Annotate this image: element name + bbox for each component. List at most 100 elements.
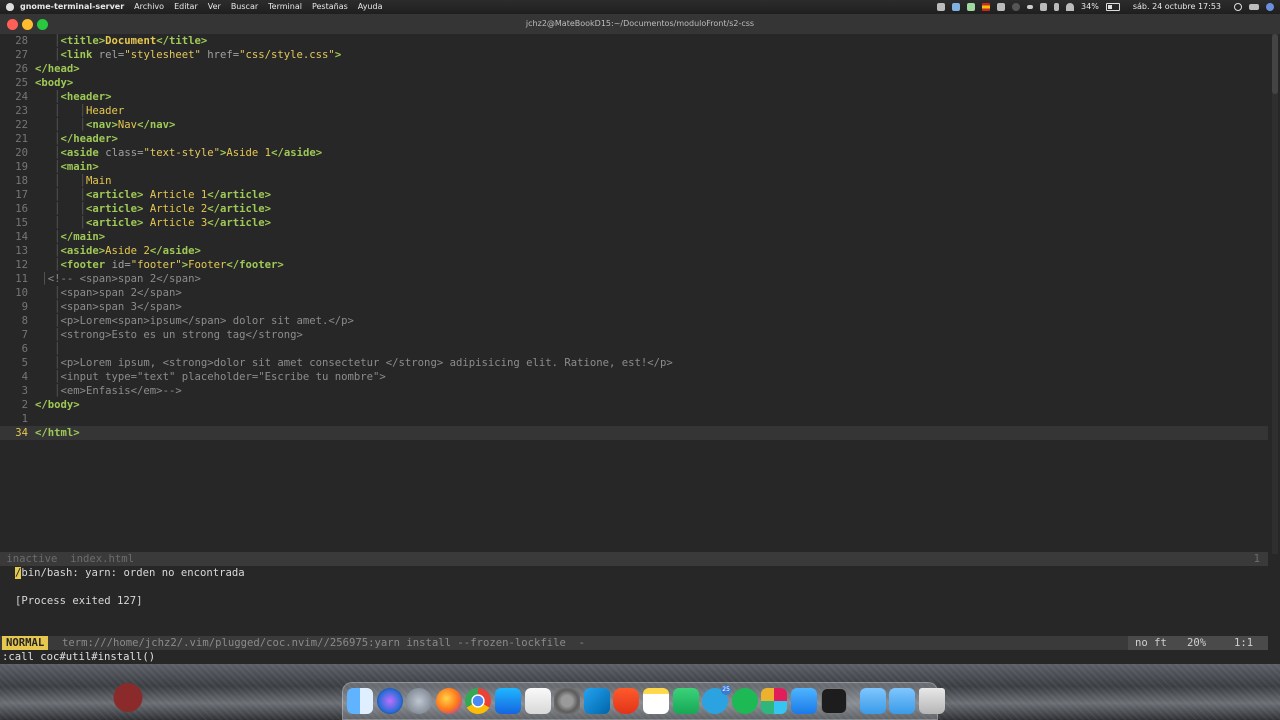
search-icon[interactable] [1234,3,1242,11]
line-number: 17 [15,189,28,201]
launchpad-icon[interactable] [406,688,433,714]
line-number: 5 [21,357,28,369]
applications-folder-icon[interactable] [859,688,886,714]
editor-line[interactable]: 10 │<span>span 2</span> [0,286,1268,300]
editor-line[interactable]: 12 │<footer id="footer">Footer</footer> [0,258,1268,272]
editor-line[interactable]: 11 │<!-- <span>span 2</span> [0,272,1268,286]
line-number: 12 [15,259,28,271]
menu-pestanas[interactable]: Pestañas [312,0,348,14]
editor-line[interactable]: 24 │<header> [0,90,1268,104]
editor-line[interactable]: 22 │ │<nav>Nav</nav> [0,118,1268,132]
line-number: 24 [15,91,28,103]
battery-percent: 34% [1081,2,1099,11]
editor-line[interactable]: 16 │ │<article> Article 2</article> [0,202,1268,216]
menu-ver[interactable]: Ver [208,0,221,14]
language-flag-icon[interactable] [982,3,991,11]
telegram-icon[interactable]: 25 [702,685,732,714]
notes-status-icon[interactable] [967,3,976,11]
wifi-icon[interactable] [1066,3,1075,11]
slack-icon[interactable] [761,688,788,714]
editor-line[interactable]: 5 │<p>Lorem ipsum, <strong>dolor sit ame… [0,356,1268,370]
volume-icon[interactable] [1040,3,1048,11]
brave-icon[interactable] [613,688,640,714]
dock: 25 [342,682,945,720]
editor-line[interactable]: 6 │ [0,342,1268,356]
terminal-error-line[interactable]: /bin/bash: yarn: orden no encontrada [15,566,245,580]
editor-line[interactable]: 8 │<p>Lorem<span>ipsum</span> dolor sit … [0,314,1268,328]
editor-line[interactable]: 27 │<link rel="stylesheet" href="css/sty… [0,48,1268,62]
mail-icon[interactable] [790,688,817,714]
dropdown-icon[interactable] [1027,5,1034,9]
terminal-icon[interactable] [820,688,847,714]
process-exit-line: [Process exited 127] [15,595,143,607]
downloads-folder-icon[interactable] [889,688,916,714]
buffer-name: term:///home/jchz2/.vim/plugged/coc.nvim… [62,637,585,649]
scroll-percent: 20% [1187,637,1207,649]
editor-line[interactable]: 23 │ │Header [0,104,1268,118]
textedit-icon[interactable] [524,688,551,714]
dropbox-icon[interactable] [952,3,961,11]
trash-icon[interactable] [918,688,945,714]
notes-icon[interactable] [642,688,669,714]
app-menus: gnome-terminal-server Archivo Editar Ver… [20,0,382,14]
bluetooth-icon[interactable] [1054,3,1060,11]
app-store-icon[interactable] [494,688,521,714]
menu-archivo[interactable]: Archivo [134,0,164,14]
editor-line[interactable]: 21 │</header> [0,132,1268,146]
menu-terminal[interactable]: Terminal [268,0,302,14]
active-statusline[interactable]: NORMAL term:///home/jchz2/.vim/plugged/c… [0,636,1268,650]
scrollbar-thumb[interactable] [1272,34,1278,94]
record-icon[interactable] [1012,3,1021,11]
editor-line[interactable]: 18 │ │Main [0,174,1268,188]
line-number: 6 [21,343,28,355]
editor-line[interactable]: 19 │<main> [0,160,1268,174]
editor-line[interactable]: 13 │<aside>Aside 2</aside> [0,244,1268,258]
settings-icon[interactable] [937,3,946,11]
apple-icon[interactable] [6,3,14,11]
clock[interactable]: sáb. 24 octubre 17:53 [1133,0,1221,14]
inactive-statusline[interactable]: inactive index.html 1 [0,552,1268,566]
editor-line[interactable]: 1 [0,412,1268,426]
editor-line[interactable]: 20 │<aside class="text-style">Aside 1</a… [0,146,1268,160]
finder-icon[interactable] [347,688,373,714]
editor-line[interactable]: 17 │ │<article> Article 1</article> [0,188,1268,202]
line-number: 4 [21,371,28,383]
editor-line[interactable]: 2 </body> [0,398,1268,412]
system-preferences-icon[interactable] [554,688,581,714]
line-number: 25 [15,77,28,89]
line-number: 11 [15,273,28,285]
editor-line[interactable]: 3 │<em>Enfasis</em>--> [0,384,1268,398]
siri-status-icon[interactable] [1266,3,1274,11]
line-number: 22 [15,119,28,131]
telegram-badge: 25 [721,685,732,695]
battery-icon[interactable] [1105,3,1120,11]
menu-editar[interactable]: Editar [174,0,198,14]
chrome-icon[interactable] [465,688,492,714]
vscode-icon[interactable] [583,688,610,714]
editor-scrollbar[interactable] [1272,34,1278,554]
display-icon[interactable] [997,3,1006,11]
line-number: 26 [15,63,28,75]
menu-ayuda[interactable]: Ayuda [358,0,383,14]
editor-line[interactable]: 4 │<input type="text" placeholder="Escri… [0,370,1268,384]
menu-buscar[interactable]: Buscar [231,0,258,14]
menu-app-name[interactable]: gnome-terminal-server [20,0,124,14]
window-title: jchz2@MateBookD15:~/Documentos/moduloFro… [525,19,755,28]
control-center-icon[interactable] [1249,4,1259,10]
window-titlebar: jchz2@MateBookD15:~/Documentos/moduloFro… [0,14,1280,35]
editor-line[interactable]: 15 │ │<article> Article 3</article> [0,216,1268,230]
firefox-icon[interactable] [435,688,462,714]
editor-line[interactable]: 26 </head> [0,62,1268,76]
spotify-icon[interactable] [731,688,758,714]
editor-line[interactable]: 14 │</main> [0,230,1268,244]
editor-line[interactable]: 7 │<strong>Esto es un strong tag</strong… [0,328,1268,342]
editor-line[interactable]: 9 │<span>span 3</span> [0,300,1268,314]
command-line[interactable]: :call coc#util#install() [2,650,155,664]
terminal-area[interactable]: 28 │<title>Document</title> 27 │<link re… [0,34,1280,664]
siri-icon[interactable] [376,688,403,714]
editor-line[interactable]: 28 │<title>Document</title> [0,34,1268,48]
editor-current-line[interactable]: 34 </html> [0,426,1268,440]
numbers-icon[interactable] [672,688,699,714]
comment-text: <input type="text" placeholder="Escribe … [60,371,386,383]
editor-line[interactable]: 25 <body> [0,76,1268,90]
